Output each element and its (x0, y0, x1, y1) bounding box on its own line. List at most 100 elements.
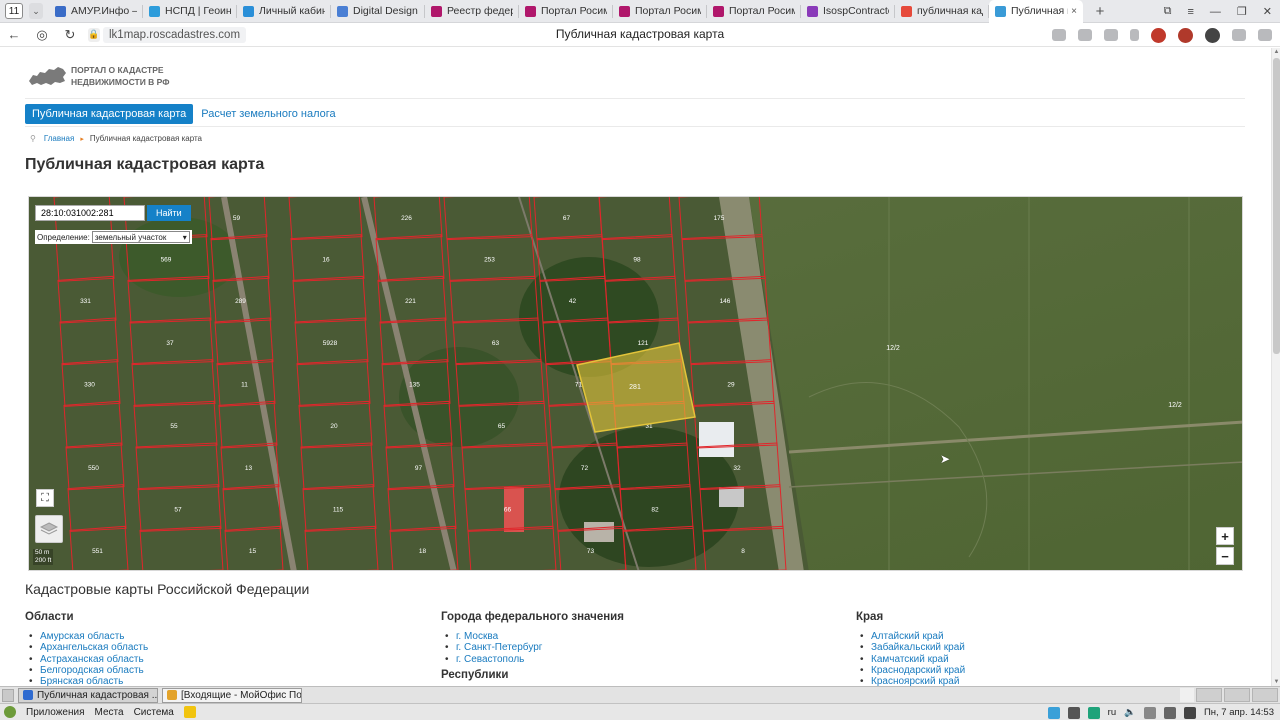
logo-line-2: НЕДВИЖИМОСТИ В РФ (71, 77, 170, 87)
menu-applications[interactable]: Приложения (26, 707, 85, 718)
fullscreen-icon[interactable]: ⛶ (36, 489, 54, 507)
taskbar-item-mail[interactable]: [Входящие - МойОфис По... (162, 687, 302, 703)
tab-label: АМУР.Инфо — с (71, 5, 137, 17)
region-link[interactable]: Краснодарский край (856, 665, 1246, 677)
browser-tab[interactable]: Реестр федера (425, 0, 519, 23)
definition-select[interactable]: земельный участок ▾ (91, 231, 190, 243)
taskbar-item-browser[interactable]: Публичная кадастровая ... (18, 687, 158, 703)
translate-icon[interactable] (1078, 29, 1092, 41)
parcel-label: 289 (235, 298, 246, 305)
zoom-in-button[interactable]: + (1216, 527, 1234, 545)
restore-icon[interactable]: ❐ (1237, 5, 1247, 18)
bookmark-icon[interactable] (1130, 29, 1139, 41)
parcel-label: 37 (166, 340, 174, 347)
scrollbar-thumb[interactable] (1273, 58, 1280, 354)
region-link[interactable]: Брянская область (25, 676, 415, 686)
selected-parcel-label: 281 (629, 384, 641, 391)
applications-icon (4, 706, 16, 718)
browser-tab[interactable]: НСПД | Геоинф (143, 0, 237, 23)
workspace-3[interactable] (1252, 688, 1278, 702)
url-text[interactable]: lk1map.roscadastres.com (103, 26, 247, 43)
browser-tab[interactable]: Портал Росиму (707, 0, 801, 23)
region-link[interactable]: Астраханская область (25, 654, 415, 666)
oblasts-column: Области Амурская областьАрхангельская об… (25, 611, 415, 686)
browser-tab[interactable]: Digital Design W (331, 0, 425, 23)
tab-count-badge[interactable]: 11 (5, 3, 23, 19)
nav-item-cadastral-map[interactable]: Публичная кадастровая карта (25, 104, 194, 124)
show-desktop-icon[interactable] (2, 688, 14, 702)
bookmarks-icon[interactable]: ⧉ (1164, 5, 1172, 18)
tab-favicon-icon (619, 5, 630, 17)
url-field[interactable]: 🔒 lk1map.roscadastres.com (88, 26, 247, 44)
workspace-2[interactable] (1224, 688, 1250, 702)
region-link[interactable]: г. Москва (441, 631, 831, 643)
satellite-imagery[interactable]: 3333313305505515693755575928911131516592… (29, 197, 1243, 571)
extension-icon[interactable] (1151, 27, 1166, 43)
share-icon[interactable] (1104, 29, 1118, 41)
menu-icon[interactable]: ≡ (1187, 6, 1193, 18)
scroll-down-icon[interactable]: ▼ (1272, 679, 1280, 685)
parcel-label: 65 (498, 423, 506, 430)
parcel-label: 32 (733, 465, 741, 472)
close-tab-icon[interactable]: × (1068, 6, 1077, 17)
logo-line-1: ПОРТАЛ О КАДАСТРЕ (71, 65, 164, 75)
menu-places[interactable]: Места (95, 707, 124, 718)
browser-tab[interactable]: Личный кабине (237, 0, 331, 23)
layers-button[interactable] (35, 515, 63, 543)
browser-tab[interactable]: АМУР.Инфо — с (49, 0, 143, 23)
divider (25, 98, 1245, 99)
browser-tab[interactable]: IsospContractor (801, 0, 895, 23)
menu-system[interactable]: Система (134, 707, 174, 718)
browser-tab[interactable]: Публичная к × (989, 0, 1083, 23)
browser-tab[interactable]: Портал Росиму (613, 0, 707, 23)
keyboard-layout[interactable]: ru (1108, 707, 1116, 718)
find-button[interactable]: Найти (147, 205, 191, 221)
definition-value: земельный участок (94, 232, 167, 242)
launcher-icon[interactable] (183, 706, 196, 718)
reload-icon[interactable]: ↻ (56, 23, 84, 47)
region-link[interactable]: Архангельская область (25, 642, 415, 654)
region-link[interactable]: Белгородская область (25, 665, 415, 677)
scroll-up-icon[interactable]: ▲ (1272, 49, 1280, 55)
taskbar-item-label: Публичная кадастровая ... (37, 689, 158, 701)
network-icon[interactable] (1047, 706, 1060, 719)
workspace-1[interactable] (1196, 688, 1222, 702)
chevron-down-icon[interactable]: ⌄ (29, 3, 43, 19)
region-link[interactable]: Забайкальский край (856, 642, 1246, 654)
krai-list: Алтайский крайЗабайкальский крайКамчатск… (856, 631, 1246, 686)
clipboard-icon[interactable] (1143, 706, 1156, 719)
browser-tab[interactable]: Портал Росиму (519, 0, 613, 23)
region-link[interactable]: Камчатский край (856, 654, 1246, 666)
new-tab-button[interactable]: + (1089, 0, 1111, 22)
cadastral-number-input[interactable] (35, 205, 145, 221)
region-link[interactable]: Алтайский край (856, 631, 1246, 643)
zoom-out-button[interactable]: − (1216, 547, 1234, 565)
breadcrumb-home[interactable]: Главная (44, 134, 74, 143)
downloads-icon[interactable] (1232, 29, 1246, 41)
extension-icon[interactable] (1178, 27, 1193, 43)
yandex-icon[interactable] (1180, 688, 1194, 702)
region-link[interactable]: г. Санкт-Петербург (441, 642, 831, 654)
sidebar-icon[interactable] (1258, 29, 1272, 41)
back-icon[interactable]: ← (0, 23, 28, 47)
kaspersky-icon[interactable] (1087, 706, 1100, 719)
minimize-icon[interactable]: — (1210, 6, 1221, 18)
region-link[interactable]: Красноярский край (856, 676, 1246, 686)
site-logo[interactable]: ПОРТАЛ О КАДАСТРЕ НЕДВИЖИМОСТИ В РФ (27, 63, 170, 89)
update-icon[interactable] (1163, 706, 1176, 719)
app-tray-icon[interactable] (1067, 706, 1080, 719)
cadastral-map[interactable]: 3333313305505515693755575928911131516592… (28, 196, 1243, 571)
region-link[interactable]: Амурская область (25, 631, 415, 643)
close-window-icon[interactable]: ✕ (1263, 5, 1272, 18)
shield-icon[interactable]: ◎ (28, 23, 56, 47)
window-controls: ⧉ ≡ — ❐ ✕ (1164, 0, 1272, 23)
reader-icon[interactable] (1052, 29, 1066, 41)
region-link[interactable]: г. Севастополь (441, 654, 831, 666)
nav-item-land-tax[interactable]: Расчет земельного налога (193, 104, 343, 124)
page-scrollbar[interactable]: ▲ ▼ (1271, 48, 1280, 686)
browser-tab[interactable]: публичная када (895, 0, 989, 23)
volume-icon[interactable]: 🔈 (1124, 707, 1136, 718)
browser-tab-strip: 11 ⌄ АМУР.Инфо — с НСПД | Геоинф Личный ка… (0, 0, 1280, 23)
power-icon[interactable] (1183, 706, 1196, 719)
extension-icon[interactable] (1205, 27, 1220, 43)
